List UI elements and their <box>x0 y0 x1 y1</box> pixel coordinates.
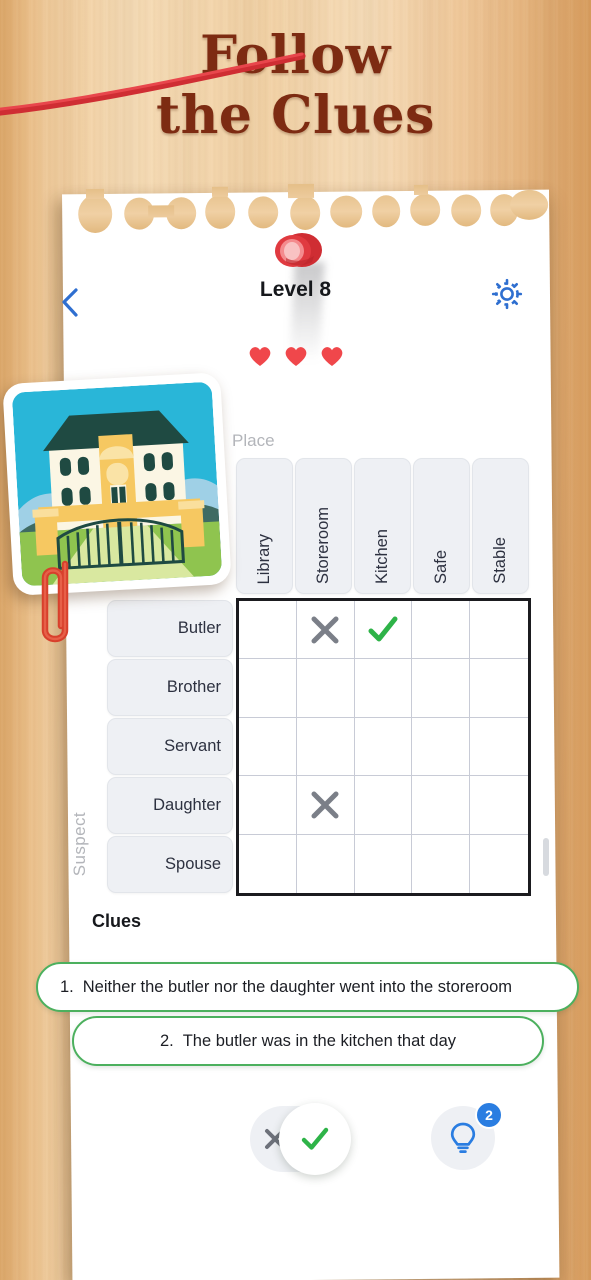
x-icon <box>311 791 339 819</box>
page-title-line1: Follow <box>200 25 391 86</box>
row-header-label: Spouse <box>165 855 221 873</box>
deduction-grid[interactable] <box>236 598 531 896</box>
grid-cell[interactable] <box>296 717 355 777</box>
row-header-servant[interactable]: Servant <box>107 718 233 775</box>
heart-icon <box>249 347 270 366</box>
column-header-storeroom[interactable]: Storeroom <box>295 458 352 594</box>
grid-cell[interactable] <box>239 834 297 893</box>
lightbulb-icon <box>450 1122 476 1153</box>
paperclip-icon <box>41 560 69 643</box>
hint-count-badge: 2 <box>475 1101 503 1129</box>
x-icon <box>311 616 339 644</box>
heart-icon <box>285 347 306 366</box>
grid-cell[interactable] <box>470 601 528 660</box>
column-header-label: Library <box>255 533 273 584</box>
row-header-butler[interactable]: Butler <box>107 600 233 657</box>
clues-heading: Clues <box>92 911 142 931</box>
clue-text: Neither the butler nor the daughter went… <box>82 977 513 996</box>
mark-mode-toggle[interactable] <box>250 1103 351 1175</box>
clue-item[interactable]: 2. The butler was in the kitchen that da… <box>72 1016 544 1066</box>
row-header-label: Servant <box>164 737 221 755</box>
grid-cell[interactable] <box>470 835 528 893</box>
check-icon <box>301 1127 329 1150</box>
hint-button[interactable]: 2 <box>431 1101 503 1170</box>
grid-cell[interactable] <box>354 659 413 718</box>
row-header-label: Daughter <box>153 796 221 814</box>
heart-icon <box>321 347 342 366</box>
row-header-label: Brother <box>166 678 221 696</box>
grid-cell[interactable] <box>239 776 297 835</box>
column-header-label: Storeroom <box>314 506 332 584</box>
grid-cell[interactable] <box>296 776 355 835</box>
grid-cell[interactable] <box>412 659 471 718</box>
grid-cell[interactable] <box>239 717 297 777</box>
grid-cell[interactable] <box>239 659 297 718</box>
clue-number: 2. <box>159 1031 174 1050</box>
clue-item[interactable]: 1. Neither the butler nor the daughter w… <box>36 962 579 1012</box>
grid-cell[interactable] <box>470 718 528 777</box>
row-axis-label: Suspect <box>70 812 89 877</box>
page-title-line2: the Clues <box>156 85 435 146</box>
torn-paper-edge <box>62 183 549 234</box>
grid-cell[interactable] <box>412 717 471 777</box>
row-header-brother[interactable]: Brother <box>107 659 233 716</box>
column-header-label: Safe <box>432 550 450 584</box>
row-header-daughter[interactable]: Daughter <box>107 777 233 834</box>
column-headers: Library Storeroom Kitchen Safe Stable <box>236 458 531 594</box>
grid-scrollbar[interactable] <box>543 838 549 876</box>
grid-cell[interactable] <box>355 834 413 893</box>
row-header-label: Butler <box>177 619 221 637</box>
row-headers: Butler Brother Servant Daughter Spouse <box>107 600 233 896</box>
grid-cell[interactable] <box>239 601 297 660</box>
gear-icon[interactable] <box>490 277 524 311</box>
check-icon <box>368 616 398 642</box>
grid-cell[interactable] <box>470 659 528 718</box>
grid-cell[interactable] <box>296 659 355 718</box>
column-header-safe[interactable]: Safe <box>413 458 470 594</box>
row-header-spouse[interactable]: Spouse <box>107 836 233 893</box>
column-header-label: Stable <box>491 537 509 584</box>
clue-number: 1. <box>60 977 74 996</box>
grid-cell[interactable] <box>470 776 528 835</box>
grid-cell[interactable] <box>412 834 471 893</box>
column-header-kitchen[interactable]: Kitchen <box>354 458 411 594</box>
grid-cell[interactable] <box>354 601 413 660</box>
column-header-stable[interactable]: Stable <box>472 458 529 594</box>
mark-mode-check-button[interactable] <box>279 1103 351 1175</box>
grid-cell[interactable] <box>297 834 355 893</box>
grid-cell[interactable] <box>296 601 355 660</box>
grid-cell[interactable] <box>354 776 413 835</box>
grid-cell[interactable] <box>354 717 413 777</box>
grid-cell[interactable] <box>412 601 471 660</box>
column-axis-label: Place <box>232 431 275 450</box>
grid-cell[interactable] <box>412 776 471 835</box>
column-header-label: Kitchen <box>373 528 391 584</box>
page-title: Follow the Clues <box>0 26 591 146</box>
column-header-library[interactable]: Library <box>236 458 293 594</box>
clue-text: The butler was in the kitchen that day <box>182 1031 457 1050</box>
lives-indicator <box>0 345 591 367</box>
pushpin-icon <box>275 233 322 267</box>
